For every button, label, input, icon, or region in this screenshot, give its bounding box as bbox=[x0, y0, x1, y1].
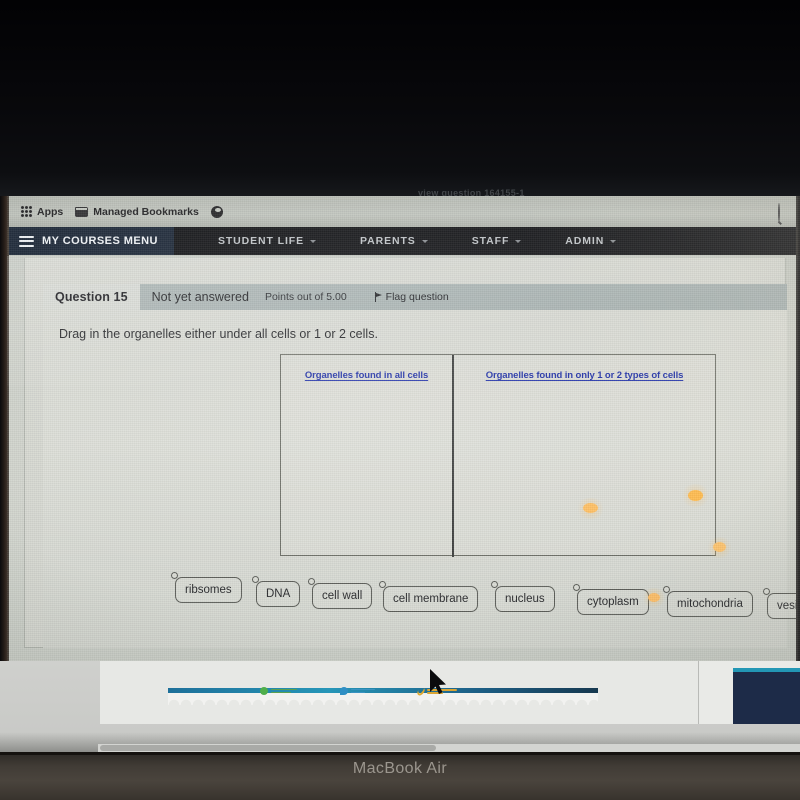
drag-handle-icon[interactable] bbox=[379, 581, 386, 588]
nav-item-staff[interactable]: STAFF bbox=[450, 235, 544, 247]
pin-icon bbox=[340, 687, 348, 695]
nav-item-parents[interactable]: PARENTS bbox=[338, 235, 450, 247]
drag-handle-icon[interactable] bbox=[252, 576, 259, 583]
dark-room-background bbox=[0, 0, 800, 196]
quiz-page-body: Question 15 Not yet answered Points out … bbox=[7, 255, 800, 661]
laptop-screen: Apps Managed Bookmarks MY COURSES MENU S… bbox=[7, 196, 800, 661]
nav-links: STUDENT LIFE PARENTS STAFF ADMIN bbox=[174, 235, 800, 247]
drag-item-nucleus-label: nucleus bbox=[505, 593, 545, 605]
drag-item-mitochondria-label: mitochondria bbox=[677, 598, 743, 610]
drag-item-tray: ribsomes DNA cell wall cell membrane nuc… bbox=[43, 562, 800, 619]
hamburger-icon bbox=[19, 235, 34, 247]
question-state: Not yet answered bbox=[151, 290, 249, 304]
photo-of-laptop-screen: view question 164155-1 Apps Managed Book… bbox=[0, 0, 800, 800]
drag-item-cell-wall[interactable]: cell wall bbox=[308, 578, 373, 609]
drag-handle-icon[interactable] bbox=[171, 572, 178, 579]
screen-left-bezel bbox=[0, 196, 9, 661]
my-courses-menu-label: MY COURSES MENU bbox=[42, 235, 158, 247]
question-info-bar: Question 15 Not yet answered Points out … bbox=[43, 284, 787, 310]
apps-grid-icon bbox=[21, 206, 32, 217]
flag-icon bbox=[374, 292, 383, 302]
drag-item-ribsomes[interactable]: ribsomes bbox=[171, 572, 242, 603]
mouse-cursor-icon bbox=[430, 669, 446, 694]
drag-item-cell-wall-label: cell wall bbox=[322, 590, 363, 602]
drop-zone-some-cells[interactable] bbox=[454, 383, 717, 557]
bookmark-apps-label: Apps bbox=[37, 205, 64, 218]
check-icon bbox=[415, 686, 427, 697]
flag-question-button[interactable]: Flag question bbox=[347, 291, 449, 303]
globe-icon bbox=[210, 205, 223, 218]
organelle-drop-table: Organelles found in all cells Organelles… bbox=[280, 354, 717, 557]
nav-item-student-life-label: STUDENT LIFE bbox=[217, 235, 305, 247]
bookmarks-search-button[interactable] bbox=[778, 203, 790, 222]
background-navy-panel bbox=[733, 672, 800, 724]
drag-handle-icon[interactable] bbox=[763, 588, 770, 595]
search-icon bbox=[778, 203, 780, 222]
leaf-icon bbox=[260, 687, 268, 695]
chevron-down-icon bbox=[421, 239, 428, 243]
table-column-header-all-cells: Organelles found in all cells bbox=[304, 370, 429, 381]
site-navigation-bar: MY COURSES MENU STUDENT LIFE PARENTS STA… bbox=[7, 227, 800, 255]
drag-item-ribsomes-label: ribsomes bbox=[185, 584, 232, 596]
question-number-badge: Question 15 bbox=[43, 284, 140, 310]
drag-item-cytoplasm[interactable]: cytoplasm bbox=[573, 584, 649, 615]
nav-item-student-life[interactable]: STUDENT LIFE bbox=[196, 235, 338, 247]
nav-item-admin-label: ADMIN bbox=[565, 235, 605, 247]
drop-zone-all-cells[interactable] bbox=[281, 383, 452, 557]
browser-bookmarks-bar: Apps Managed Bookmarks bbox=[7, 196, 800, 227]
drag-handle-icon[interactable] bbox=[491, 581, 498, 588]
drag-handle-icon[interactable] bbox=[573, 584, 580, 591]
drag-item-cell-membrane-label: cell membrane bbox=[393, 593, 469, 605]
question-prompt: Drag in the organelles either under all … bbox=[59, 327, 378, 341]
table-header-row: Organelles found in all cells Organelles… bbox=[281, 355, 717, 383]
nav-item-staff-label: STAFF bbox=[471, 235, 510, 247]
bookmark-managed-bookmarks[interactable]: Managed Bookmarks bbox=[75, 206, 199, 218]
macbook-air-label: MacBook Air bbox=[352, 760, 448, 777]
question-card: Question 15 Not yet answered Points out … bbox=[24, 258, 800, 648]
drag-item-dna[interactable]: DNA bbox=[252, 576, 301, 607]
horizontal-scrollbar-thumb[interactable] bbox=[100, 745, 436, 751]
drag-item-nucleus[interactable]: nucleus bbox=[491, 581, 555, 612]
folder-icon bbox=[75, 206, 89, 217]
background-feature-item bbox=[260, 687, 297, 695]
background-banner-strip bbox=[168, 681, 598, 705]
table-column-header-some-cells: Organelles found in only 1 or 2 types of… bbox=[485, 370, 684, 381]
chevron-down-icon bbox=[310, 239, 317, 243]
feature-text-lines bbox=[351, 688, 375, 694]
flag-question-label: Flag question bbox=[385, 291, 449, 303]
background-feature-item bbox=[340, 687, 375, 695]
question-points: Points out of 5.00 bbox=[264, 291, 347, 303]
bookmark-apps[interactable]: Apps bbox=[21, 206, 63, 218]
drag-handle-icon[interactable] bbox=[663, 586, 670, 593]
bookmark-managed-bookmarks-label: Managed Bookmarks bbox=[93, 205, 199, 218]
background-webpage bbox=[100, 661, 800, 724]
bezel-seam bbox=[0, 752, 800, 755]
screen-right-bezel bbox=[796, 196, 800, 661]
drag-item-cytoplasm-label: cytoplasm bbox=[587, 596, 639, 608]
chevron-down-icon bbox=[610, 239, 617, 243]
bookmark-globe[interactable] bbox=[210, 205, 223, 218]
chevron-down-icon bbox=[515, 239, 522, 243]
question-content-area: Drag in the organelles either under all … bbox=[43, 310, 800, 648]
drag-item-mitochondria[interactable]: mitochondria bbox=[663, 586, 753, 617]
feature-text-lines bbox=[271, 688, 297, 694]
drag-item-dna-label: DNA bbox=[266, 588, 291, 600]
my-courses-menu-button[interactable]: MY COURSES MENU bbox=[7, 227, 174, 255]
nav-item-parents-label: PARENTS bbox=[360, 235, 416, 247]
drag-handle-icon[interactable] bbox=[308, 578, 315, 585]
nav-item-admin[interactable]: ADMIN bbox=[543, 235, 638, 247]
drag-item-cell-membrane[interactable]: cell membrane bbox=[379, 581, 479, 612]
